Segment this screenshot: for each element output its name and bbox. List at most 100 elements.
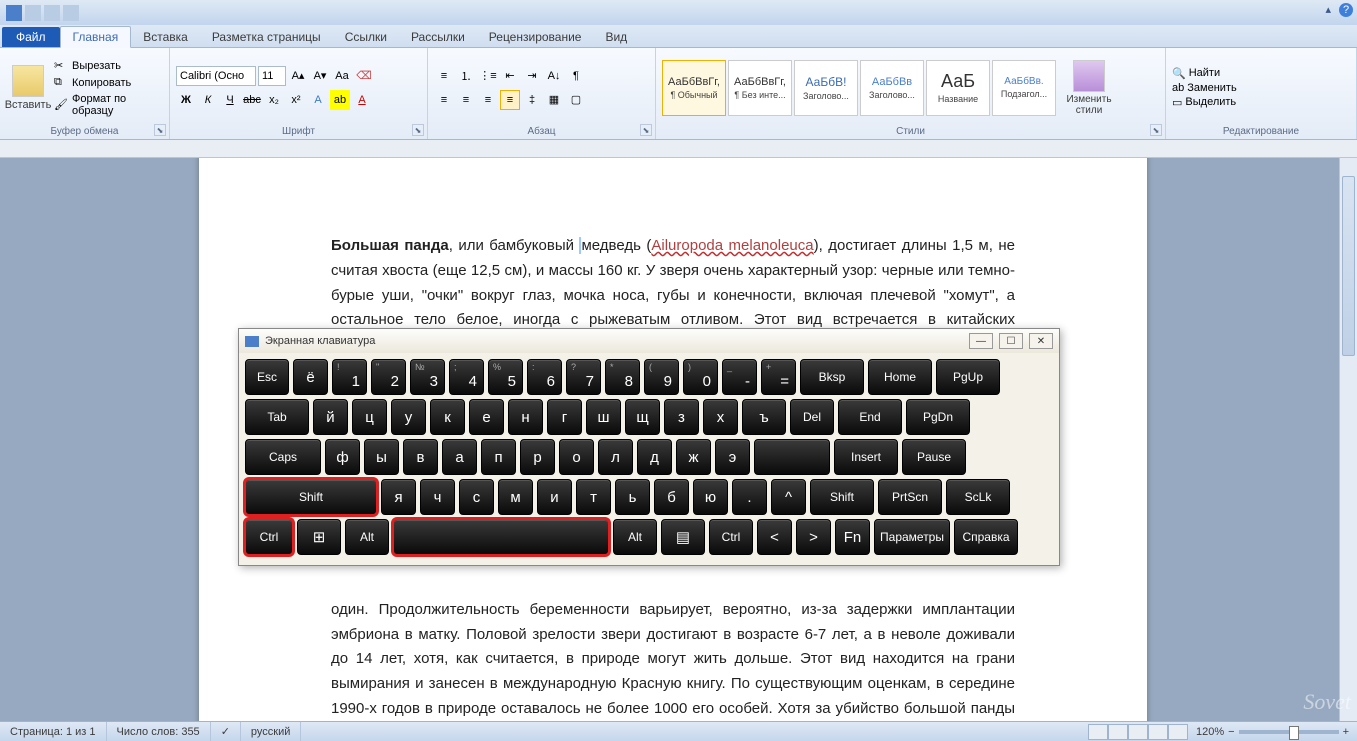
key-з[interactable]: з (664, 399, 699, 435)
key-ю[interactable]: ю (693, 479, 728, 515)
key-Pause[interactable]: Pause (902, 439, 966, 475)
key-ъ[interactable]: ъ (742, 399, 786, 435)
zoom-out-button[interactable]: − (1228, 726, 1234, 738)
scrollbar-thumb[interactable] (1342, 176, 1355, 356)
multilevel-button[interactable]: ⋮≡ (478, 66, 498, 86)
font-launcher[interactable]: ⬊ (412, 124, 424, 136)
osk-minimize-button[interactable]: — (969, 333, 993, 349)
tab-review[interactable]: Рецензирование (477, 27, 594, 47)
key-р[interactable]: р (520, 439, 555, 475)
key-м[interactable]: м (498, 479, 533, 515)
paste-button[interactable]: Вставить (6, 63, 50, 113)
horizontal-ruler[interactable] (0, 140, 1357, 158)
osk-close-button[interactable]: ✕ (1029, 333, 1053, 349)
language-indicator[interactable]: русский (241, 722, 301, 741)
shrink-font-button[interactable]: A▾ (310, 66, 330, 86)
key-с[interactable]: с (459, 479, 494, 515)
align-right-button[interactable]: ≡ (478, 90, 498, 110)
key-Ctrl[interactable]: Ctrl (709, 519, 753, 555)
tab-mailings[interactable]: Рассылки (399, 27, 477, 47)
italic-button[interactable]: К (198, 90, 218, 110)
osk-maximize-button[interactable]: ☐ (999, 333, 1023, 349)
key-Параметры[interactable]: Параметры (874, 519, 950, 555)
key-Справка[interactable]: Справка (954, 519, 1018, 555)
key-<[interactable]: < (757, 519, 792, 555)
key-ш[interactable]: ш (586, 399, 621, 435)
key-Esc[interactable]: Esc (245, 359, 289, 395)
zoom-in-button[interactable]: + (1343, 726, 1349, 738)
change-styles-button[interactable]: Изменить стили (1060, 58, 1118, 118)
subscript-button[interactable]: x₂ (264, 90, 284, 110)
key-0[interactable]: )0 (683, 359, 718, 395)
shading-button[interactable]: ▦ (544, 90, 564, 110)
key-Shift[interactable]: Shift (245, 479, 377, 515)
key-space[interactable] (754, 439, 830, 475)
print-layout-view[interactable] (1088, 724, 1108, 740)
key-PrtScn[interactable]: PrtScn (878, 479, 942, 515)
key-4[interactable]: ;4 (449, 359, 484, 395)
cut-button[interactable]: ✂Вырезать (54, 59, 163, 73)
key-ц[interactable]: ц (352, 399, 387, 435)
key-=[interactable]: += (761, 359, 796, 395)
full-screen-view[interactable] (1108, 724, 1128, 740)
key-г[interactable]: г (547, 399, 582, 435)
key-Del[interactable]: Del (790, 399, 834, 435)
key-л[interactable]: л (598, 439, 633, 475)
style-item-3[interactable]: АаБбВвЗаголово... (860, 60, 924, 116)
osk-titlebar[interactable]: Экранная клавиатура — ☐ ✕ (239, 329, 1059, 353)
clipboard-launcher[interactable]: ⬊ (154, 124, 166, 136)
key-б[interactable]: б (654, 479, 689, 515)
save-icon[interactable] (25, 5, 41, 21)
key-End[interactable]: End (838, 399, 902, 435)
key-8[interactable]: *8 (605, 359, 640, 395)
key-щ[interactable]: щ (625, 399, 660, 435)
tab-layout[interactable]: Разметка страницы (200, 27, 333, 47)
show-marks-button[interactable]: ¶ (566, 66, 586, 86)
style-item-0[interactable]: АаБбВвГг,¶ Обычный (662, 60, 726, 116)
help-icon[interactable]: ? (1339, 3, 1353, 17)
outline-view[interactable] (1148, 724, 1168, 740)
undo-icon[interactable] (44, 5, 60, 21)
draft-view[interactable] (1168, 724, 1188, 740)
key-Caps[interactable]: Caps (245, 439, 321, 475)
key-PgUp[interactable]: PgUp (936, 359, 1000, 395)
key-9[interactable]: (9 (644, 359, 679, 395)
style-item-4[interactable]: АаБНазвание (926, 60, 990, 116)
increase-indent-button[interactable]: ⇥ (522, 66, 542, 86)
key-Alt[interactable]: Alt (613, 519, 657, 555)
tab-insert[interactable]: Вставка (131, 27, 200, 47)
style-item-5[interactable]: АаБбВв.Подзагол... (992, 60, 1056, 116)
format-painter-button[interactable]: 🖌Формат по образцу (54, 93, 163, 117)
align-left-button[interactable]: ≡ (434, 90, 454, 110)
key-ф[interactable]: ф (325, 439, 360, 475)
tab-file[interactable]: Файл (2, 27, 60, 47)
style-item-2[interactable]: АаБбВ!Заголово... (794, 60, 858, 116)
key-а[interactable]: а (442, 439, 477, 475)
sort-button[interactable]: A↓ (544, 66, 564, 86)
tab-home[interactable]: Главная (60, 26, 132, 48)
redo-icon[interactable] (63, 5, 79, 21)
key-5[interactable]: %5 (488, 359, 523, 395)
key--[interactable]: _- (722, 359, 757, 395)
minimize-ribbon-icon[interactable]: ▴ (1325, 3, 1331, 17)
key-д[interactable]: д (637, 439, 672, 475)
underline-button[interactable]: Ч (220, 90, 240, 110)
key-ь[interactable]: ь (615, 479, 650, 515)
style-item-1[interactable]: АаБбВвГг,¶ Без инте... (728, 60, 792, 116)
bold-button[interactable]: Ж (176, 90, 196, 110)
borders-button[interactable]: ▢ (566, 90, 586, 110)
superscript-button[interactable]: x² (286, 90, 306, 110)
key-space[interactable] (393, 519, 609, 555)
key-й[interactable]: й (313, 399, 348, 435)
key-Ctrl[interactable]: Ctrl (245, 519, 293, 555)
copy-button[interactable]: ⧉Копировать (54, 76, 163, 90)
decrease-indent-button[interactable]: ⇤ (500, 66, 520, 86)
find-button[interactable]: 🔍Найти (1172, 67, 1237, 80)
line-spacing-button[interactable]: ‡ (522, 90, 542, 110)
key-у[interactable]: у (391, 399, 426, 435)
page-indicator[interactable]: Страница: 1 из 1 (0, 722, 107, 741)
key-я[interactable]: я (381, 479, 416, 515)
web-layout-view[interactable] (1128, 724, 1148, 740)
key-е[interactable]: е (469, 399, 504, 435)
key-Fn[interactable]: Fn (835, 519, 870, 555)
